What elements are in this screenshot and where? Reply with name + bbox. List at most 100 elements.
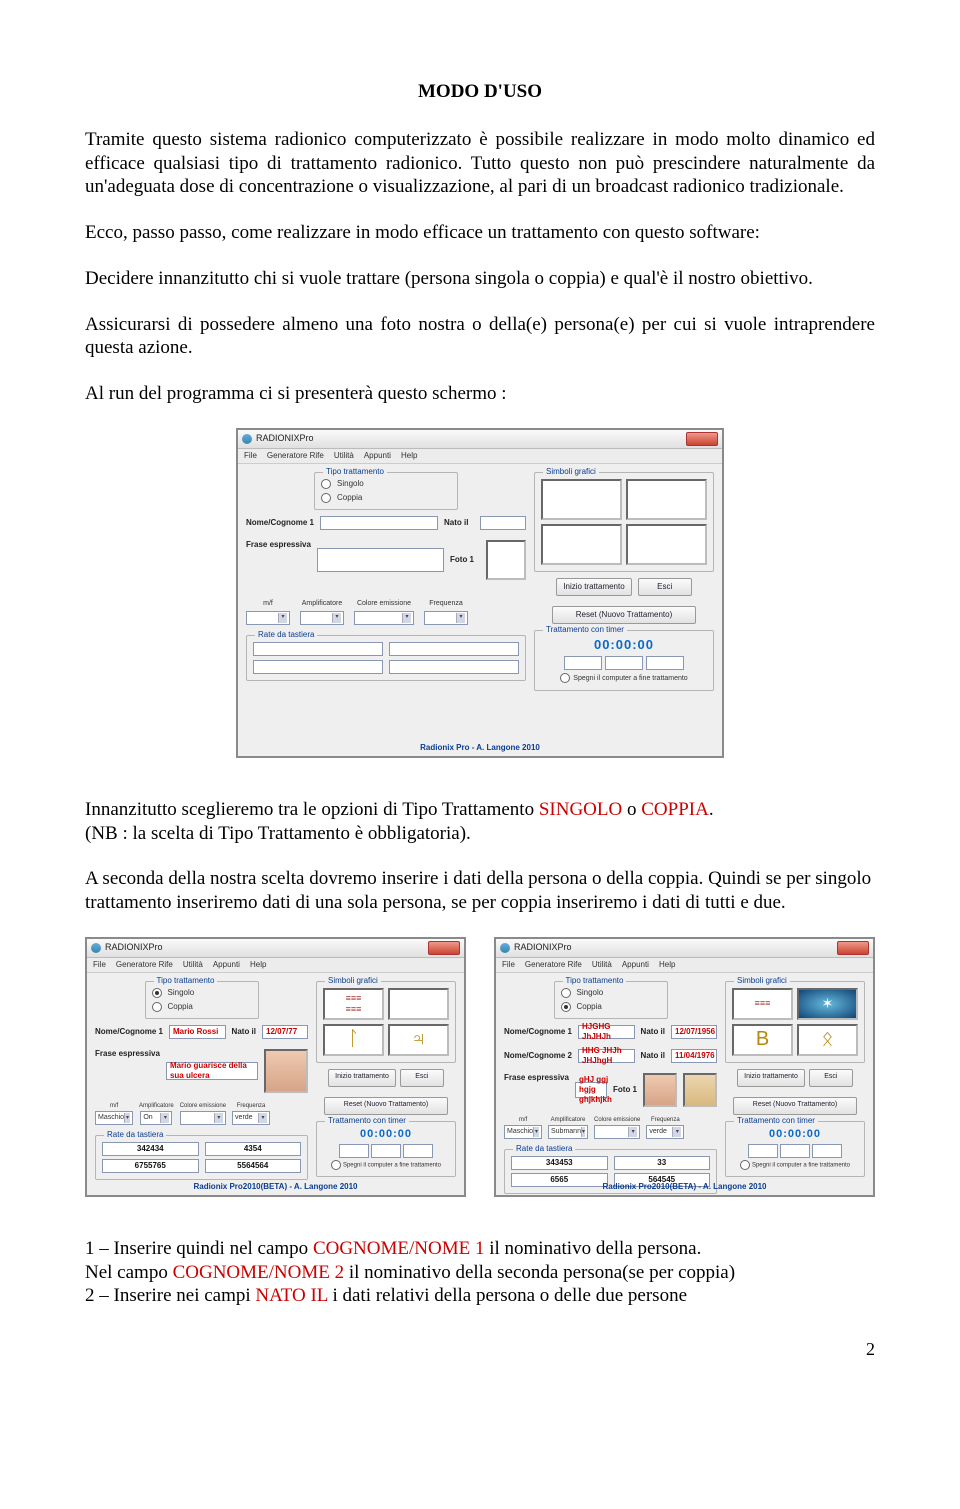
rate-input[interactable]: 5564564 — [205, 1159, 302, 1173]
nome2-input[interactable]: HHG JHJh JHJhgH — [578, 1049, 635, 1063]
nato1-input[interactable]: 12/07/1956 — [671, 1025, 717, 1039]
paragraph: Tramite questo sistema radionico compute… — [85, 128, 875, 199]
menu-item[interactable]: Generatore Rife — [267, 451, 324, 461]
rate-input[interactable] — [253, 660, 383, 674]
foto1-thumb[interactable] — [264, 1049, 308, 1093]
timer-display: 00:00:00 — [541, 637, 707, 653]
rate-input[interactable] — [389, 660, 519, 674]
group-caption: Trattamento con timer — [325, 1116, 409, 1126]
menu-item[interactable]: Help — [659, 960, 675, 970]
esci-button[interactable]: Esci — [400, 1069, 444, 1087]
colore-select[interactable]: ▾ — [354, 611, 414, 625]
radio-singolo[interactable] — [561, 988, 571, 998]
symbol-slot[interactable] — [541, 479, 622, 520]
menu-item[interactable]: Utilità — [183, 960, 203, 970]
nato2-input[interactable]: 11/04/1976 — [671, 1049, 717, 1063]
menu-item[interactable]: File — [244, 451, 257, 461]
menu-item[interactable]: File — [502, 960, 515, 970]
mf-select[interactable]: Maschio▾ — [504, 1125, 542, 1139]
close-icon[interactable] — [837, 941, 869, 955]
menu-item[interactable]: Appunti — [622, 960, 649, 970]
reset-button[interactable]: Reset (Nuovo Trattamento) — [552, 606, 696, 624]
symbol-slot[interactable]: ≡≡≡ — [732, 988, 793, 1020]
radio-singolo[interactable] — [321, 479, 331, 489]
rate-input[interactable]: 343453 — [511, 1156, 608, 1170]
timer-h[interactable] — [339, 1144, 369, 1158]
menu-item[interactable]: Generatore Rife — [525, 960, 582, 970]
colore-select[interactable]: ▾ — [180, 1111, 226, 1125]
nome1-input[interactable] — [320, 516, 438, 530]
symbol-slot[interactable]: ♃ — [388, 1024, 449, 1056]
titlebar: RADIONIXPro — [87, 939, 464, 958]
radio-coppia[interactable] — [321, 493, 331, 503]
label-nome1: Nome/Cognome 1 — [246, 518, 314, 528]
mf-select[interactable]: Maschio▾ — [95, 1111, 133, 1125]
amp-select[interactable]: ▾ — [300, 611, 344, 625]
frase-input[interactable] — [317, 548, 444, 572]
symbol-slot[interactable]: ≡≡≡≡≡≡ — [323, 988, 384, 1020]
timer-s[interactable] — [812, 1144, 842, 1158]
foto1-placeholder[interactable] — [486, 540, 526, 580]
symbol-slot[interactable]: ᛚ — [323, 1024, 384, 1056]
symbol-slot[interactable] — [388, 988, 449, 1020]
symbol-slot[interactable]: ✶ — [797, 988, 858, 1020]
timer-h[interactable] — [748, 1144, 778, 1158]
reset-button[interactable]: Reset (Nuovo Trattamento) — [733, 1097, 857, 1115]
rate-input[interactable]: 342434 — [102, 1142, 199, 1156]
timer-m[interactable] — [371, 1144, 401, 1158]
colore-select[interactable]: ▾ — [594, 1125, 640, 1139]
timer-s[interactable] — [646, 656, 684, 670]
amp-select[interactable]: On▾ — [140, 1111, 172, 1125]
menu-item[interactable]: Generatore Rife — [116, 960, 173, 970]
menu-item[interactable]: Appunti — [213, 960, 240, 970]
footer-credit: Radionix Pro2010(BETA) - A. Langone 2010 — [496, 1182, 873, 1192]
esci-button[interactable]: Esci — [638, 578, 692, 596]
radio-singolo[interactable] — [152, 988, 162, 998]
close-icon[interactable] — [428, 941, 460, 955]
paragraph: 1 – Inserire quindi nel campo COGNOME/NO… — [85, 1237, 875, 1261]
nato1-input[interactable] — [480, 516, 526, 530]
frase-input[interactable]: Mario guarisce della sua ulcera — [166, 1062, 258, 1080]
nome1-input[interactable]: HJGHG JhJHJh — [578, 1025, 635, 1039]
frase-input[interactable]: gHJ ggj hgjg ghjkhjkh — [575, 1082, 607, 1098]
nome1-input[interactable]: Mario Rossi — [169, 1025, 226, 1039]
symbol-slot[interactable] — [626, 524, 707, 565]
reset-button[interactable]: Reset (Nuovo Trattamento) — [324, 1097, 448, 1115]
freq-select[interactable]: ▾ — [424, 611, 468, 625]
rate-input[interactable] — [253, 642, 383, 656]
inizio-button[interactable]: Inizio trattamento — [328, 1069, 396, 1087]
group-caption: Rate da tastiera — [255, 630, 317, 640]
rate-input[interactable]: 33 — [614, 1156, 711, 1170]
foto1-thumb[interactable] — [643, 1073, 677, 1107]
freq-select[interactable]: verde▾ — [232, 1111, 270, 1125]
foto2-thumb[interactable] — [683, 1073, 717, 1107]
symbol-slot[interactable]: ᛟ — [797, 1024, 858, 1056]
menu-item[interactable]: Utilità — [592, 960, 612, 970]
mf-select[interactable]: ▾ — [246, 611, 290, 625]
symbol-slot[interactable] — [626, 479, 707, 520]
menu-item[interactable]: Utilità — [334, 451, 354, 461]
close-icon[interactable] — [686, 432, 718, 446]
radio-coppia[interactable] — [561, 1002, 571, 1012]
esci-button[interactable]: Esci — [809, 1069, 853, 1087]
inizio-button[interactable]: Inizio trattamento — [737, 1069, 805, 1087]
rate-input[interactable]: 6755765 — [102, 1159, 199, 1173]
menu-item[interactable]: Appunti — [364, 451, 391, 461]
symbol-slot[interactable]: B — [732, 1024, 793, 1056]
inizio-button[interactable]: Inizio trattamento — [556, 578, 631, 596]
freq-select[interactable]: verde▾ — [646, 1125, 684, 1139]
rate-input[interactable]: 4354 — [205, 1142, 302, 1156]
timer-m[interactable] — [780, 1144, 810, 1158]
rate-input[interactable] — [389, 642, 519, 656]
timer-s[interactable] — [403, 1144, 433, 1158]
amp-select[interactable]: Submann▾ — [548, 1125, 588, 1139]
nato1-input[interactable]: 12/07/77 — [262, 1025, 308, 1039]
radio-coppia[interactable] — [152, 1002, 162, 1012]
menu-item[interactable]: Help — [250, 960, 266, 970]
rate-tastiera-group: Rate da tastiera 342434 4354 6755765 556… — [95, 1135, 308, 1180]
timer-m[interactable] — [605, 656, 643, 670]
timer-h[interactable] — [564, 656, 602, 670]
menu-item[interactable]: File — [93, 960, 106, 970]
symbol-slot[interactable] — [541, 524, 622, 565]
menu-item[interactable]: Help — [401, 451, 417, 461]
